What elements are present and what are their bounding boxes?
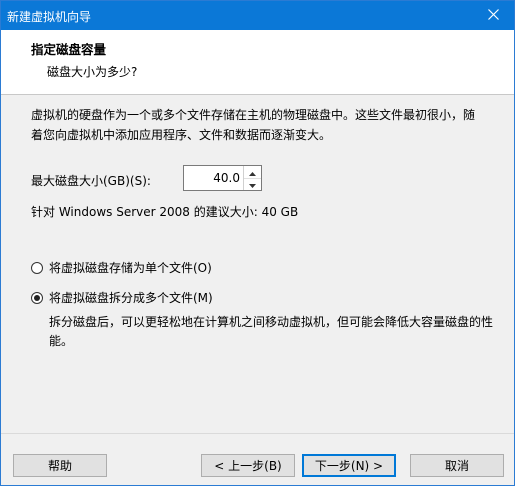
- radio-label: 将虚拟磁盘拆分成多个文件(M): [49, 291, 213, 305]
- title-bar: 新建虚拟机向导: [1, 1, 514, 30]
- radio-indicator: [31, 291, 43, 304]
- stepper-down-button[interactable]: [244, 178, 261, 190]
- page-title: 指定磁盘容量: [31, 42, 107, 57]
- radio-label: 将虚拟磁盘存储为单个文件(O): [49, 261, 212, 275]
- wizard-header: 指定磁盘容量 磁盘大小为多少?: [1, 30, 514, 95]
- radio-single-file[interactable]: 将虚拟磁盘存储为单个文件(O): [31, 259, 212, 276]
- close-icon: [487, 8, 499, 23]
- stepper-arrows: [243, 166, 261, 190]
- back-button[interactable]: < 上一步(B): [201, 454, 295, 477]
- cancel-button[interactable]: 取消: [410, 454, 504, 477]
- close-button[interactable]: [472, 1, 514, 30]
- radio-split-files[interactable]: 将虚拟磁盘拆分成多个文件(M): [31, 289, 213, 306]
- wizard-footer: 帮助 < 上一步(B) 下一步(N) > 取消: [1, 433, 514, 486]
- arrow-down-icon: [249, 177, 256, 191]
- window-title: 新建虚拟机向导: [7, 10, 92, 24]
- disk-description: 虚拟机的硬盘作为一个或多个文件存储在主机的物理磁盘中。这些文件最初很小，随着您向…: [31, 108, 476, 142]
- max-size-input[interactable]: [184, 166, 242, 190]
- max-size-label: 最大磁盘大小(GB)(S):: [31, 174, 151, 188]
- wizard-body: 虚拟机的硬盘作为一个或多个文件存储在主机的物理磁盘中。这些文件最初很小，随着您向…: [1, 95, 514, 433]
- help-button[interactable]: 帮助: [13, 454, 107, 477]
- wizard-window: 新建虚拟机向导 指定磁盘容量 磁盘大小为多少? 虚拟机的硬盘作为一个或多个文件存…: [0, 0, 515, 486]
- recommended-size: 针对 Windows Server 2008 的建议大小: 40 GB: [31, 205, 299, 219]
- max-size-stepper: [183, 165, 262, 191]
- next-button[interactable]: 下一步(N) >: [302, 454, 396, 477]
- page-subtitle: 磁盘大小为多少?: [47, 65, 138, 79]
- radio-indicator: [31, 261, 43, 274]
- split-description: 拆分磁盘后，可以更轻松地在计算机之间移动虚拟机，但可能会降低大容量磁盘的性能。: [49, 315, 494, 348]
